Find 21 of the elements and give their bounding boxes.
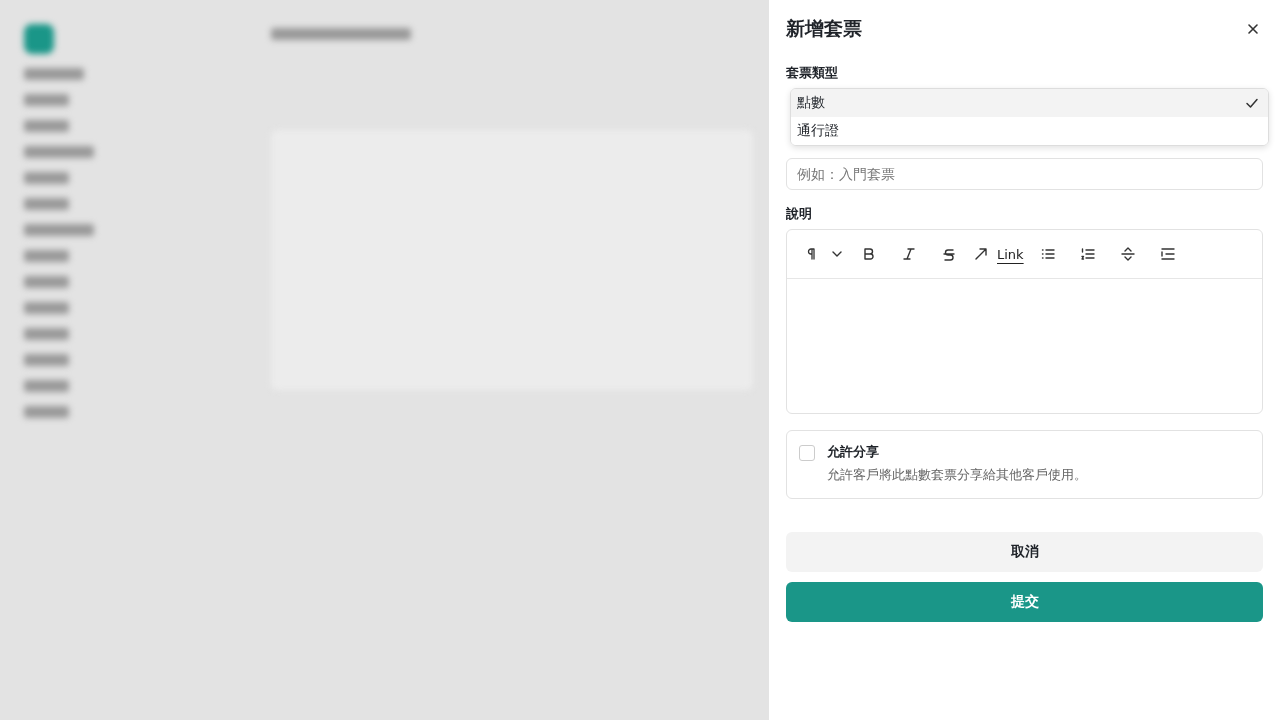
numbered-list-icon <box>1079 246 1096 262</box>
strikethrough-icon <box>941 246 957 262</box>
bold-icon <box>861 246 877 262</box>
arrow-icon <box>973 246 989 262</box>
drawer-title: 新增套票 <box>786 16 862 41</box>
close-icon <box>1245 21 1261 37</box>
dropdown-option[interactable]: 點數 <box>791 89 1268 117</box>
link-button[interactable]: Link <box>971 238 1026 270</box>
bullet-list-icon <box>1039 246 1056 262</box>
indent-icon <box>1159 246 1176 262</box>
submit-button[interactable]: 提交 <box>786 582 1263 622</box>
cancel-button[interactable]: 取消 <box>786 532 1263 572</box>
dropdown-option[interactable]: 通行證 <box>791 117 1268 145</box>
italic-icon <box>901 246 917 262</box>
option-description: 允許客戶將此點數套票分享給其他客戶使用。 <box>827 466 1087 484</box>
collapse-icon <box>1119 246 1136 262</box>
option-label: 允許分享 <box>827 443 880 461</box>
field-label: 套票類型 <box>786 64 839 82</box>
field-label: 說明 <box>786 205 813 223</box>
name-field[interactable]: 例如：入門套票 <box>786 158 1263 190</box>
checkbox[interactable] <box>799 445 815 461</box>
